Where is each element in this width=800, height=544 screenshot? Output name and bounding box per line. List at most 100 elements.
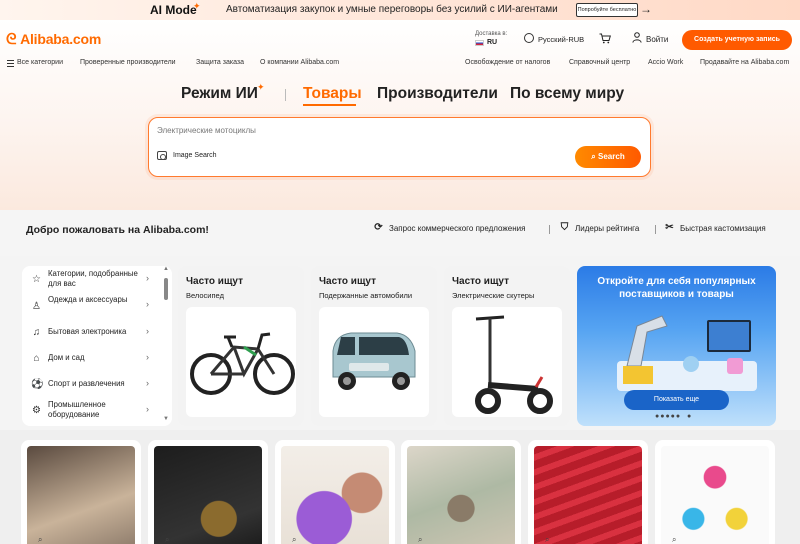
menu-icon[interactable] [7,60,14,67]
tab-manufacturers[interactable]: Производители [377,85,498,103]
recommendation-card[interactable] [275,440,395,544]
plush-toy-image [281,446,389,544]
try-free-button[interactable]: Попробуйте бесплатно [576,3,638,17]
scroll-up-icon[interactable]: ▲ [163,266,169,272]
quote-request-icon: ⟳ [374,222,383,233]
industrial-illustration [617,315,757,391]
tab-products[interactable]: Товары [303,85,362,103]
chevron-right-icon[interactable]: › [146,273,149,283]
ranking-icon: ⛉ [560,222,569,233]
nav-accio-work[interactable]: Accio Work [648,59,683,66]
star-icon: ☆ [32,274,41,285]
nav-help-center[interactable]: Справочный центр [569,59,630,66]
divider [655,225,656,234]
card-subtitle: Подержанные автомобили [319,291,413,300]
category-item[interactable]: Дом и сад [48,353,85,363]
red-prints-image [534,446,642,544]
sports-icon: ⚽ [31,379,44,390]
customization-icon: ✂ [665,222,674,233]
recommendation-card[interactable] [21,440,141,544]
chevron-right-icon[interactable]: › [146,299,149,309]
image-search-icon[interactable]: ⌕ [545,535,555,544]
promo-banner[interactable]: AI Mode ✦ Автоматизация закупок и умные … [0,0,800,20]
scroll-down-icon[interactable]: ▼ [163,416,169,422]
category-item[interactable]: Спорт и развлечения [48,379,125,389]
scrollbar-thumb[interactable] [164,278,168,300]
card-subtitle: Велосипед [186,291,224,300]
create-account-button[interactable]: Создать учетную запись [682,30,792,50]
delivery-label: Доставка в: [475,31,508,37]
toys-image [661,446,769,544]
chevron-right-icon[interactable]: › [146,352,149,362]
card-subtitle: Электрические скутеры [452,291,535,300]
user-icon[interactable] [632,32,642,43]
language-selector[interactable]: Русский-RUB [538,35,584,44]
image-search-icon[interactable]: ⌕ [38,535,48,544]
ai-mode-label: AI Mode [150,3,197,17]
nav-all-categories[interactable]: Все категории [17,59,63,66]
chevron-right-icon[interactable]: › [146,404,149,414]
arrow-right-icon[interactable]: → [640,2,652,16]
recommendation-card[interactable] [148,440,268,544]
scooter-image[interactable] [452,307,562,417]
globe-icon [524,33,534,43]
dress-icon: ♙ [32,301,41,312]
nav-verified-suppliers[interactable]: Проверенные производители [80,59,176,66]
glasses-image [27,446,135,544]
search-input[interactable]: Электрические мотоциклы [157,126,256,135]
ai-sparkle-icon: ✦ [257,82,265,92]
show-more-button[interactable]: Показать еще [624,390,729,410]
category-item[interactable]: Бытовая электроника [48,327,126,337]
pins-box-image [154,446,262,544]
welcome-title: Добро пожаловать на Alibaba.com! [26,224,209,236]
promo-text: Автоматизация закупок и умные переговоры… [226,4,558,15]
chevron-right-icon[interactable]: › [146,326,149,336]
image-search-icon[interactable]: ⌕ [292,535,302,544]
image-search-link[interactable]: Image Search [173,152,217,159]
category-item[interactable]: Промышленное оборудование [48,400,140,420]
bicycle-image[interactable] [186,307,296,417]
nav-about[interactable]: О компании Alibaba.com [260,59,339,66]
sparkle-icon: ✦ [193,1,201,11]
headphones-icon: ♫ [32,327,41,338]
customization-link[interactable]: Быстрая кастомизация [680,224,766,233]
nav-order-protection[interactable]: Защита заказа [196,59,244,66]
card-title: Часто ищут [452,276,509,287]
login-link[interactable]: Войти [646,35,668,44]
carousel-dots[interactable]: ●●●●● ● [655,413,692,420]
top-ranking-link[interactable]: Лидеры рейтинга [575,224,639,233]
rfq-link[interactable]: Запрос коммерческого предложения [389,224,525,233]
category-item[interactable]: Одежда и аксессуары [48,295,128,305]
tab-worldwide[interactable]: По всему миру [510,85,624,103]
cart-icon[interactable] [599,33,611,44]
recommendation-card[interactable] [655,440,775,544]
machinery-icon: ⚙ [32,405,41,416]
image-search-icon[interactable]: ⌕ [418,535,428,544]
search-button[interactable]: ⌕ Search [575,146,641,168]
header-background [0,20,800,210]
image-search-icon[interactable]: ⌕ [672,535,682,544]
tab-divider [285,89,286,101]
tab-active-underline [303,104,356,106]
camera-icon[interactable] [157,151,167,160]
card-title: Часто ищут [186,276,243,287]
recommendation-card[interactable] [401,440,521,544]
tab-ai-mode[interactable]: Режим ИИ [181,85,258,103]
search-icon: ⌕ [591,152,596,161]
image-search-icon[interactable]: ⌕ [165,535,175,544]
car-image[interactable] [319,307,429,417]
rug-image [407,446,515,544]
alibaba-logo[interactable]: ᘓ Alibaba.com [6,31,101,48]
nav-tax-exemption[interactable]: Освобождение от налогов [465,59,550,66]
search-button-label: Search [598,152,625,161]
nav-sell[interactable]: Продавайте на Alibaba.com [700,59,789,66]
divider [549,225,550,234]
category-item[interactable]: Категории, подобранные для вас [48,269,143,289]
delivery-country[interactable]: RU [487,39,497,46]
recommendation-card[interactable] [528,440,648,544]
ad-title: Откройте для себя популярных поставщиков… [597,276,756,300]
russia-flag-icon [475,40,484,46]
card-title: Часто ищут [319,276,376,287]
sofa-icon: ⌂ [33,353,40,364]
chevron-right-icon[interactable]: › [146,378,149,388]
